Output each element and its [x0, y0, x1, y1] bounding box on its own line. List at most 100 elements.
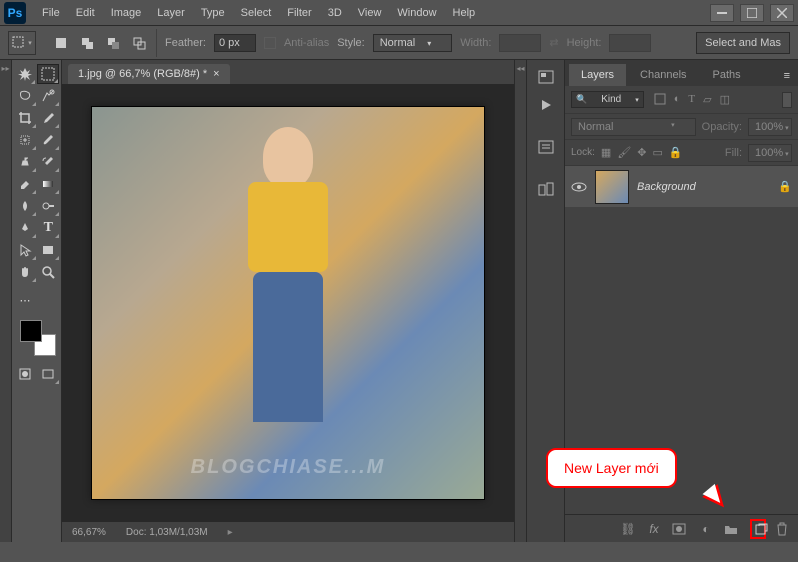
layer-group-icon[interactable] [724, 523, 740, 535]
healing-brush-tool[interactable] [14, 130, 36, 150]
menu-filter[interactable]: Filter [279, 3, 319, 23]
history-brush-tool[interactable] [38, 152, 60, 172]
move-tool[interactable] [14, 64, 35, 84]
feather-input[interactable] [214, 34, 256, 52]
menu-help[interactable]: Help [445, 3, 484, 23]
type-tool[interactable]: T [38, 218, 60, 238]
brush-tool[interactable] [38, 130, 60, 150]
zoom-level[interactable]: 66,67% [72, 527, 106, 538]
hand-tool[interactable] [14, 262, 36, 282]
filter-kind-select[interactable]: 🔍Kind▾ [571, 91, 644, 108]
options-bar: ▾ Feather: Anti-alias Style: Normal▾ Wid… [0, 26, 798, 60]
quick-mask-icon[interactable] [14, 364, 36, 384]
layers-filter-bar: 🔍Kind▾ ◐ T ▱ ◫ [565, 86, 798, 114]
swap-dimensions-icon: ⇄ [549, 36, 558, 49]
close-document-icon[interactable]: × [213, 68, 219, 80]
layer-fx-icon[interactable]: fx [646, 522, 662, 536]
delete-layer-icon[interactable] [776, 522, 792, 536]
filter-pixel-icon[interactable] [654, 93, 666, 106]
menu-3d[interactable]: 3D [320, 3, 350, 23]
clone-stamp-tool[interactable] [14, 152, 36, 172]
filter-type-icon[interactable]: T [688, 93, 695, 106]
lock-transparency-icon[interactable]: ▦ [601, 146, 611, 159]
edit-toolbar-icon[interactable]: ⋯ [14, 290, 36, 310]
marquee-tool[interactable] [37, 64, 59, 84]
menu-edit[interactable]: Edit [68, 3, 103, 23]
canvas-viewport[interactable]: BLOGCHIASE...M [62, 84, 514, 522]
toolbox: T ⋯ [12, 60, 62, 542]
lock-artboard-icon[interactable]: ▭ [653, 146, 663, 159]
layer-name[interactable]: Background [637, 181, 770, 193]
screen-mode-icon[interactable] [38, 364, 60, 384]
maximize-button[interactable] [740, 4, 764, 22]
history-panel-icon[interactable] [533, 66, 559, 88]
canvas-image[interactable]: BLOGCHIASE...M [91, 106, 485, 500]
menu-view[interactable]: View [350, 3, 390, 23]
close-button[interactable] [770, 4, 794, 22]
layer-thumbnail[interactable] [595, 170, 629, 204]
selection-add-icon[interactable] [76, 33, 98, 53]
blur-tool[interactable] [14, 196, 36, 216]
style-select[interactable]: Normal▾ [373, 34, 452, 52]
antialias-label: Anti-alias [284, 37, 329, 49]
filter-smart-icon[interactable]: ◫ [720, 93, 730, 106]
layer-row[interactable]: Background 🔒 [565, 166, 798, 208]
rectangle-tool[interactable] [38, 240, 60, 260]
menu-image[interactable]: Image [103, 3, 150, 23]
blend-mode-select: Normal▾ [571, 118, 696, 136]
lock-pixels-icon[interactable]: 🖌 [617, 146, 631, 159]
tool-preset-picker[interactable]: ▾ [8, 31, 36, 55]
menu-select[interactable]: Select [233, 3, 280, 23]
window-controls [710, 4, 794, 22]
collapse-panels-icon[interactable]: ◂◂ [516, 64, 524, 73]
new-layer-icon[interactable] [750, 519, 766, 539]
selection-new-icon[interactable] [50, 33, 72, 53]
lock-all-icon[interactable]: 🔒 [669, 146, 683, 159]
tab-channels[interactable]: Channels [628, 64, 698, 86]
dodge-tool[interactable] [38, 196, 60, 216]
eraser-tool[interactable] [14, 174, 36, 194]
minimize-button[interactable] [710, 4, 734, 22]
status-arrow-icon[interactable]: ▸ [228, 527, 233, 538]
color-swatches[interactable] [20, 320, 56, 356]
path-selection-tool[interactable] [14, 240, 36, 260]
crop-tool[interactable] [14, 108, 36, 128]
pen-tool[interactable] [14, 218, 36, 238]
menu-window[interactable]: Window [389, 3, 444, 23]
quick-selection-tool[interactable] [38, 86, 60, 106]
layer-lock-icon[interactable]: 🔒 [778, 180, 792, 193]
feather-label: Feather: [165, 37, 206, 49]
document-tab-bar: 1.jpg @ 66,7% (RGB/8#) * × [62, 60, 514, 84]
layer-visibility-icon[interactable] [571, 181, 587, 193]
foreground-color[interactable] [20, 320, 42, 342]
menu-type[interactable]: Type [193, 3, 233, 23]
expand-toolbox-icon[interactable]: ▸▸ [1, 64, 9, 73]
layer-mask-icon[interactable] [672, 523, 688, 535]
lock-position-icon[interactable]: ✥ [637, 146, 646, 159]
play-panel-icon[interactable] [533, 94, 559, 116]
tab-layers[interactable]: Layers [569, 64, 626, 86]
filter-shape-icon[interactable]: ▱ [703, 93, 711, 106]
document-tab[interactable]: 1.jpg @ 66,7% (RGB/8#) * × [68, 64, 230, 84]
filter-adjustment-icon[interactable]: ◐ [674, 93, 681, 106]
menu-file[interactable]: File [34, 3, 68, 23]
selection-intersect-icon[interactable] [128, 33, 150, 53]
eyedropper-tool[interactable] [38, 108, 60, 128]
libraries-panel-icon[interactable] [533, 178, 559, 200]
doc-info[interactable]: Doc: 1,03M/1,03M [126, 527, 208, 538]
main-area: ▸▸ T [0, 60, 798, 542]
gradient-tool[interactable] [38, 174, 60, 194]
selection-subtract-icon[interactable] [102, 33, 124, 53]
lasso-tool[interactable] [14, 86, 36, 106]
adjustment-layer-icon[interactable]: ◐ [698, 522, 714, 536]
properties-panel-icon[interactable] [533, 136, 559, 158]
menu-layer[interactable]: Layer [149, 3, 193, 23]
link-layers-icon[interactable]: ⛓ [620, 522, 636, 536]
filter-toggle[interactable] [782, 92, 792, 108]
app-logo: Ps [4, 2, 26, 24]
zoom-tool[interactable] [38, 262, 60, 282]
select-and-mask-button[interactable]: Select and Mas [696, 32, 790, 54]
tab-paths[interactable]: Paths [701, 64, 753, 86]
panel-menu-icon[interactable]: ≡ [776, 66, 798, 86]
layers-lock-bar: Lock: ▦ 🖌 ✥ ▭ 🔒 Fill: 100%▾ [565, 140, 798, 166]
